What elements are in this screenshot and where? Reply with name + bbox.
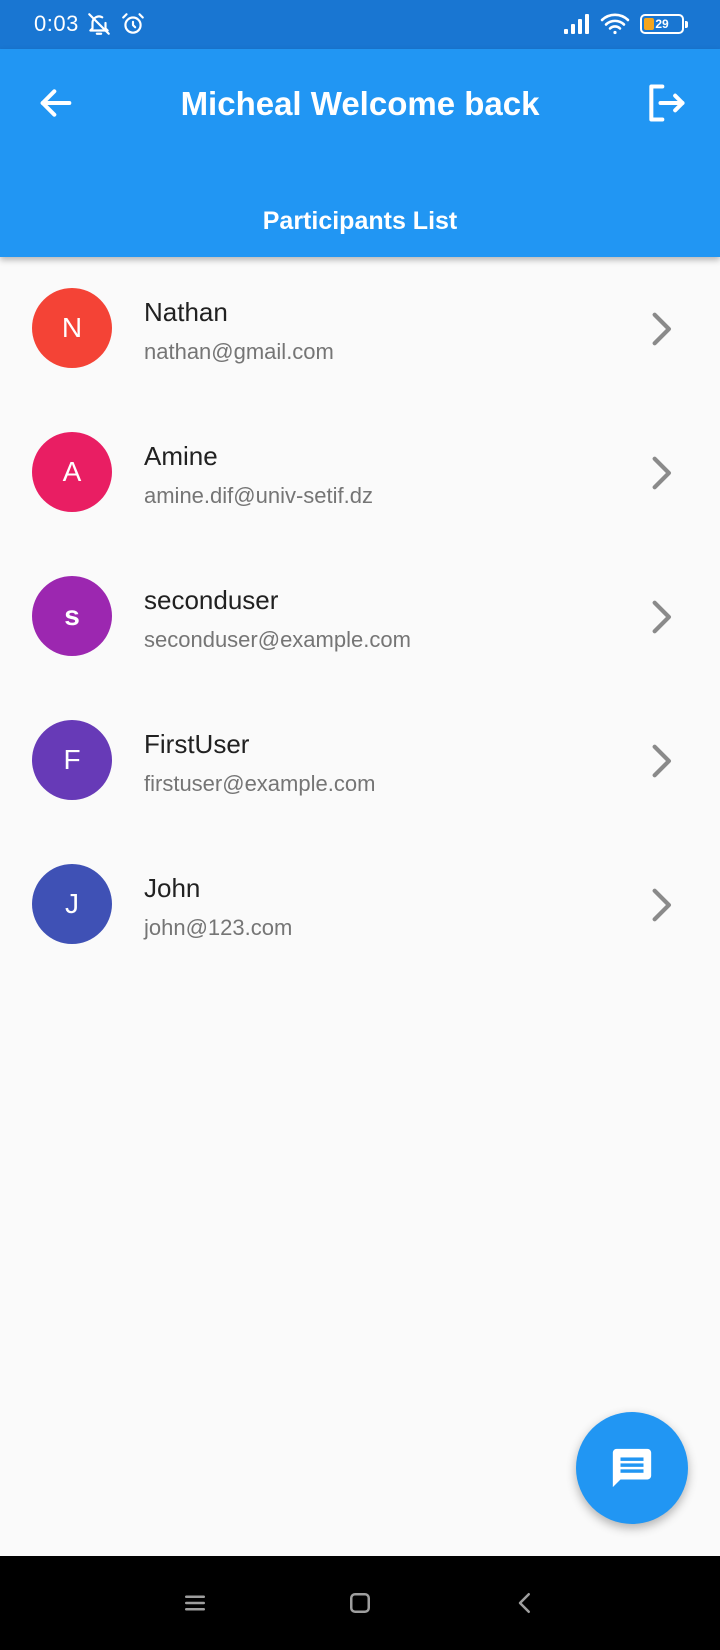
battery-icon: 29 [640, 14, 688, 34]
list-item[interactable]: A Amine amine.dif@univ-setif.dz [0, 401, 720, 545]
avatar-initial: N [61, 312, 83, 343]
list-item[interactable]: N Nathan nathan@gmail.com [0, 257, 720, 401]
wifi-icon [600, 13, 630, 35]
chat-icon [612, 1448, 652, 1488]
logout-icon[interactable] [644, 81, 688, 125]
status-bar: 0:03 29 [0, 0, 720, 49]
participant-name: Amine [144, 441, 218, 471]
home-icon[interactable] [345, 1588, 375, 1618]
avatar-initial: A [62, 456, 82, 487]
chevron-right-icon [652, 744, 671, 778]
participant-email: firstuser@example.com [144, 771, 376, 796]
chevron-right-icon [652, 312, 671, 346]
participants-list: N Nathan nathan@gmail.com A Amine amine.… [0, 257, 720, 977]
alarm-icon [122, 13, 144, 34]
avatar: F [32, 720, 112, 800]
list-item[interactable]: s seconduser seconduser@example.com [0, 545, 720, 689]
chevron-right-icon [652, 888, 671, 922]
chevron-right-icon [652, 600, 671, 634]
participant-name: John [144, 873, 201, 903]
avatar-initial: s [64, 600, 80, 631]
avatar: s [32, 576, 112, 656]
bell-off-icon [88, 13, 110, 35]
app-bar: Micheal Welcome back Participants List [0, 49, 720, 257]
participant-name: FirstUser [144, 729, 250, 759]
page-title: Micheal Welcome back [180, 85, 540, 122]
battery-level: 29 [655, 17, 669, 31]
participant-email: nathan@gmail.com [144, 339, 334, 364]
back-icon[interactable] [510, 1588, 540, 1618]
chevron-right-icon [652, 456, 671, 490]
status-time: 0:03 [34, 11, 79, 36]
avatar-initial: J [65, 888, 79, 919]
avatar-initial: F [63, 744, 81, 775]
participant-name: seconduser [144, 585, 279, 615]
avatar: A [32, 432, 112, 512]
avatar: N [32, 288, 112, 368]
list-item[interactable]: J John john@123.com [0, 833, 720, 977]
avatar: J [32, 864, 112, 944]
participant-email: seconduser@example.com [144, 627, 411, 652]
signal-icon [564, 14, 589, 34]
list-item[interactable]: F FirstUser firstuser@example.com [0, 689, 720, 833]
menu-icon[interactable] [180, 1588, 210, 1618]
system-nav-bar [0, 1556, 720, 1650]
participant-email: amine.dif@univ-setif.dz [144, 483, 373, 508]
chat-fab-button[interactable] [576, 1412, 688, 1524]
page-subtitle: Participants List [262, 207, 458, 235]
participant-email: john@123.com [144, 915, 293, 940]
participant-name: Nathan [144, 297, 228, 327]
